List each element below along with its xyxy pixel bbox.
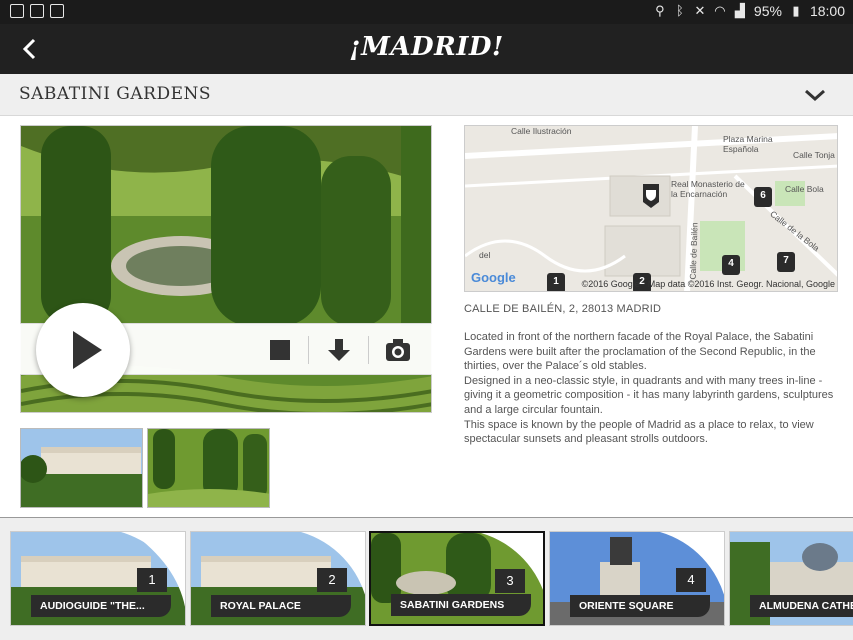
gardens-thumbnail-image — [148, 429, 269, 507]
map-copyright: ©2016 Google - Map data ©2016 Inst. Geog… — [581, 279, 835, 289]
clock: 18:00 — [809, 3, 845, 19]
carousel-card-active[interactable]: 3 SABATINI GARDENS — [369, 531, 545, 626]
map-street-label: Calle Ilustración — [511, 126, 572, 136]
mute-icon: ✕ — [694, 3, 706, 18]
location-icon: ⚲ — [655, 3, 665, 18]
map-street-label: Calle Tonja — [793, 150, 835, 160]
description: Located in front of the northern facade … — [464, 330, 839, 447]
location-map[interactable]: Calle Ilustración Plaza Marina Española … — [464, 125, 838, 292]
battery-percent: 95% — [753, 3, 782, 19]
stop-icon[interactable] — [266, 336, 294, 364]
stop-label: ORIENTE SQUARE — [570, 595, 710, 617]
map-pin[interactable]: 4 — [722, 255, 740, 275]
map-street-label: Real Monasterio de la Encarnación — [671, 179, 745, 199]
stop-label: AUDIOGUIDE "THE... — [31, 595, 171, 617]
app-logo: ¡MADRID! — [349, 32, 504, 62]
stop-number: 2 — [317, 568, 347, 592]
description-paragraph: Located in front of the northern facade … — [464, 331, 816, 373]
stops-carousel[interactable]: 1 AUDIOGUIDE "THE... 2 ROYAL PALACE 3 SA… — [0, 518, 853, 640]
gallery-notification-icon — [10, 4, 24, 18]
chevron-down-icon[interactable] — [803, 86, 827, 104]
photo-thumbnail-palace[interactable] — [20, 428, 143, 508]
stop-number: 4 — [676, 568, 706, 592]
section-header[interactable]: SABATINI GARDENS — [0, 74, 853, 116]
carousel-card[interactable]: ALMUDENA CATHEDRAL — [729, 531, 853, 626]
controls-divider — [368, 336, 369, 364]
notification-icons — [10, 4, 64, 18]
signal-icon: ▟ — [734, 3, 745, 18]
stop-label: ROYAL PALACE — [211, 595, 351, 617]
stop-number: 3 — [495, 569, 525, 593]
photo-thumbnail-gardens[interactable] — [147, 428, 270, 508]
wifi-icon: ◠ — [714, 3, 726, 18]
description-paragraph: This space is known by the people of Mad… — [464, 418, 814, 446]
status-bar: ⚲ ᛒ ✕ ◠ ▟ 95% ▮ 18:00 — [0, 0, 853, 24]
description-paragraph: Designed in a neo-classic style, in quad… — [464, 374, 834, 416]
bluetooth-icon: ᛒ — [676, 3, 684, 18]
play-button[interactable] — [36, 303, 130, 397]
app-bar: ¡MADRID! — [0, 24, 853, 74]
play-icon — [73, 331, 102, 369]
controls-divider — [308, 336, 309, 364]
map-street-label: del — [479, 250, 491, 260]
download-icon[interactable] — [325, 336, 353, 364]
map-pin[interactable]: 6 — [754, 187, 772, 207]
sd-card-notification-icon — [50, 4, 64, 18]
stop-label: ALMUDENA CATHEDRAL — [750, 595, 853, 617]
status-right: ⚲ ᛒ ✕ ◠ ▟ 95% ▮ 18:00 — [654, 3, 845, 19]
stop-label: SABATINI GARDENS — [391, 594, 531, 616]
palace-thumbnail-image — [21, 429, 142, 507]
camera-icon[interactable] — [384, 336, 412, 364]
map-street-label: Calle Bola — [785, 184, 824, 194]
map-street-label: Calle de Bailén — [687, 222, 700, 280]
carousel-card[interactable]: 4 ORIENTE SQUARE — [549, 531, 725, 626]
carousel-card[interactable]: 1 AUDIOGUIDE "THE... — [10, 531, 186, 626]
stop-number: 1 — [137, 568, 167, 592]
carousel-card[interactable]: 2 ROYAL PALACE — [190, 531, 366, 626]
location-marker-icon[interactable] — [641, 184, 661, 208]
address: CALLE DE BAILÉN, 2, 28013 MADRID — [464, 303, 662, 315]
map-pin[interactable]: 7 — [777, 252, 795, 272]
map-street-label: Plaza Marina Española — [723, 134, 773, 154]
page-title: SABATINI GARDENS — [19, 84, 212, 104]
battery-icon: ▮ — [792, 3, 800, 18]
mail-notification-icon — [30, 4, 44, 18]
